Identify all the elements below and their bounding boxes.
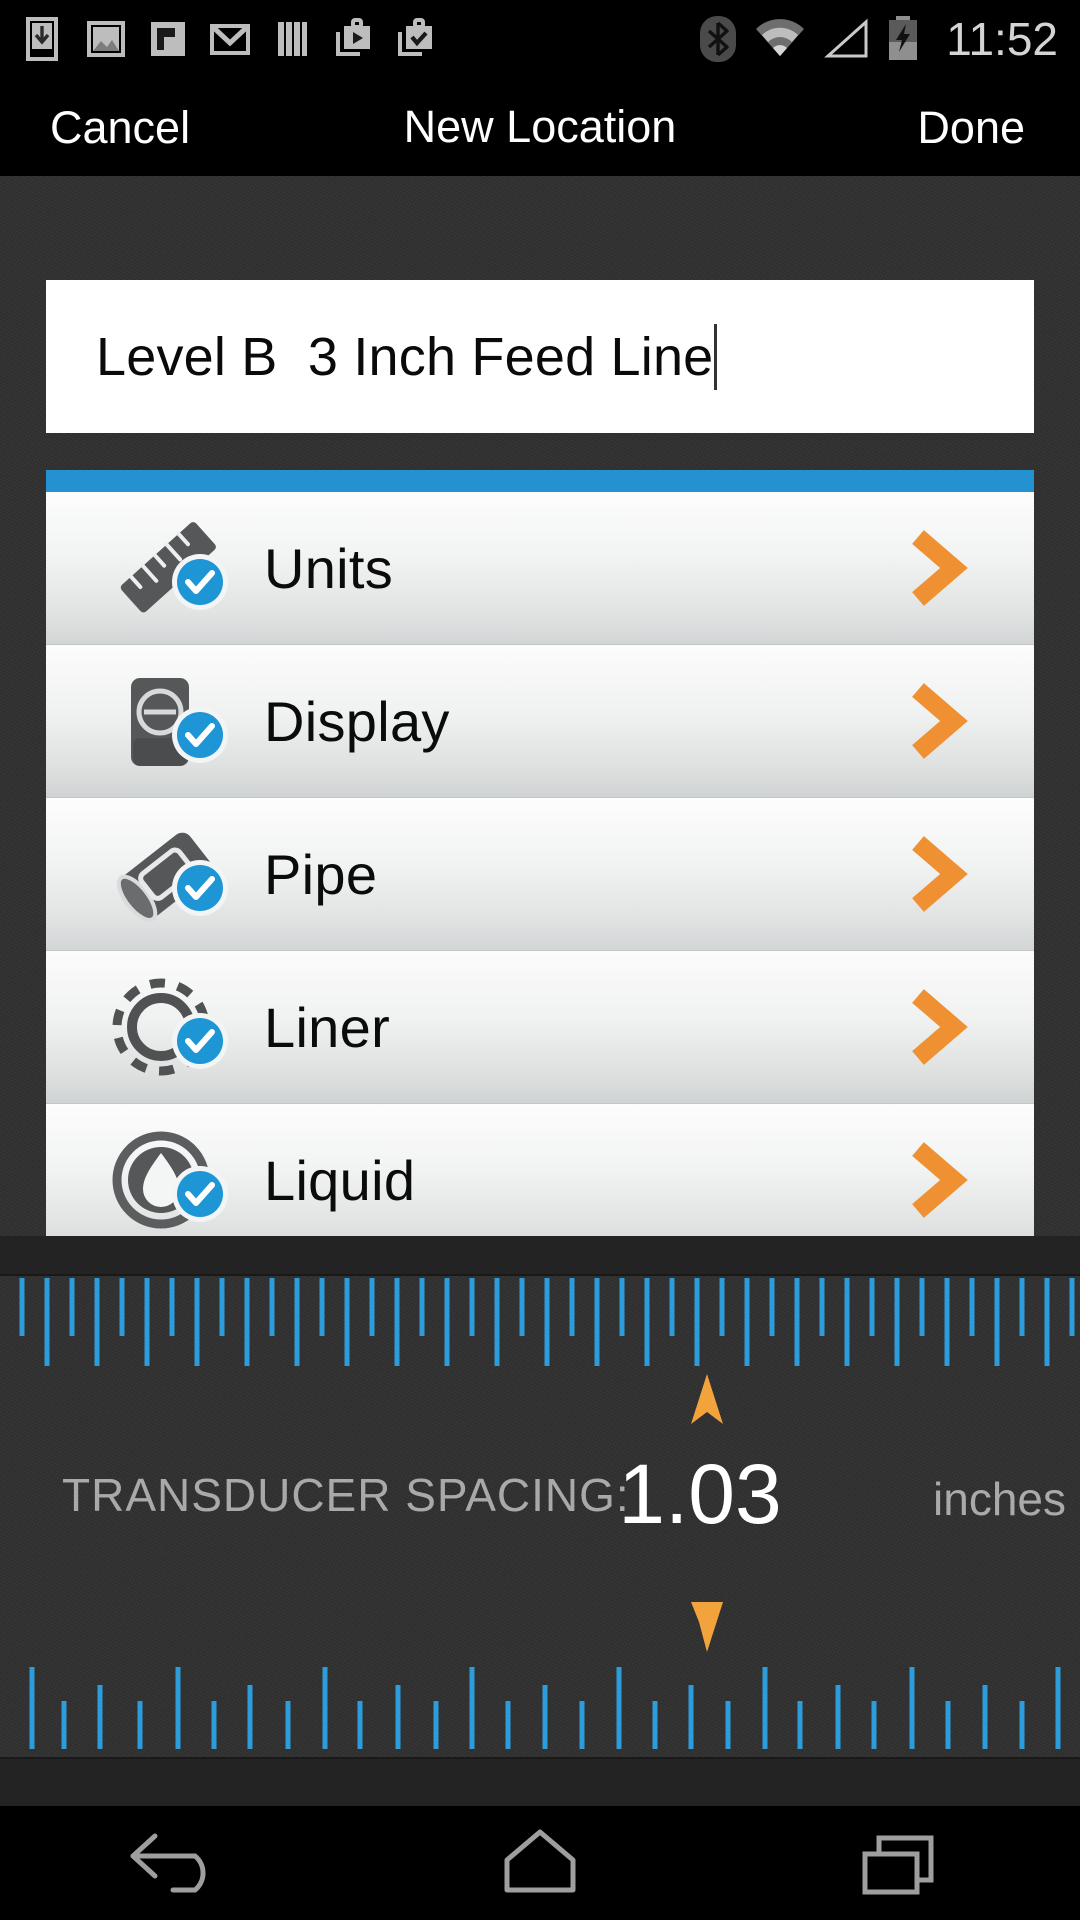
- ruler-bottom-marker-icon: [691, 1602, 723, 1652]
- transducer-spacing-label: TRANSDUCER SPACING:: [62, 1469, 630, 1521]
- flipboard-icon: [151, 22, 185, 56]
- gallery-image-icon: [87, 21, 125, 57]
- bluetooth-icon: [700, 16, 737, 62]
- list-item-liner[interactable]: Liner: [46, 951, 1034, 1104]
- ruler-top-ticks[interactable]: [0, 1276, 1080, 1376]
- books-library-icon: [278, 22, 307, 56]
- list-item-label: Display: [264, 689, 450, 753]
- list-item-label: Pipe: [264, 842, 378, 906]
- pipe-icon: [101, 819, 236, 929]
- back-button[interactable]: [120, 1823, 240, 1903]
- check-badge-icon: [171, 860, 228, 916]
- chevron-right-icon[interactable]: [904, 833, 974, 915]
- app-screen: 11:52 Cancel New Location Done Level B 3…: [0, 0, 1080, 1920]
- cell-signal-icon: [824, 18, 868, 58]
- text-cursor: [714, 323, 718, 390]
- recents-icon: [862, 1835, 934, 1895]
- list-item-pipe[interactable]: Pipe: [46, 798, 1034, 951]
- liner-ring-icon: [101, 972, 236, 1082]
- back-arrow-icon: [130, 1833, 206, 1893]
- status-bar-system-icons: 11:52: [698, 14, 1058, 64]
- gmail-icon: [210, 24, 250, 55]
- wifi-icon: [756, 19, 805, 56]
- status-bar-notification-icons: [22, 16, 698, 62]
- chevron-right-icon[interactable]: [904, 986, 974, 1068]
- status-bar: 11:52: [0, 0, 1080, 78]
- list-accent-bar: [46, 470, 1034, 492]
- home-icon: [504, 1829, 576, 1893]
- list-item-label: Units: [264, 536, 394, 600]
- android-navigation-bar: [0, 1806, 1080, 1920]
- chevron-right-icon[interactable]: [904, 527, 974, 609]
- location-name-input[interactable]: Level B 3 Inch Feed Line: [46, 280, 1034, 433]
- briefcase-check-icon: [398, 18, 432, 56]
- title-bar: Cancel New Location Done: [0, 78, 1080, 176]
- battery-charging-icon: [889, 16, 918, 60]
- status-bar-clock: 11:52: [946, 13, 1058, 65]
- ruler-top-marker-icon: [691, 1374, 723, 1424]
- list-item-units[interactable]: Units: [46, 492, 1034, 645]
- transducer-spacing-value: 1.03: [618, 1447, 782, 1541]
- transducer-spacing-readout: TRANSDUCER SPACING: 1.03 inches: [0, 1447, 1080, 1570]
- chevron-right-icon[interactable]: [904, 1139, 974, 1221]
- list-item-liquid[interactable]: Liquid: [46, 1104, 1034, 1257]
- done-button[interactable]: Done: [917, 105, 1025, 150]
- list-item-display[interactable]: Display: [46, 645, 1034, 798]
- ruler-icon: [101, 513, 236, 623]
- check-badge-icon: [171, 1013, 228, 1069]
- list-item-label: Liner: [264, 995, 391, 1059]
- ruler-top-band: [0, 1236, 1080, 1276]
- ruler-bottom-band: [0, 1757, 1080, 1806]
- download-icon: [26, 17, 58, 61]
- check-badge-icon: [171, 1166, 228, 1222]
- settings-list: Units Display Pipe Liner Liquid: [46, 492, 1034, 1257]
- home-button[interactable]: [480, 1823, 600, 1903]
- check-badge-icon: [171, 554, 228, 610]
- meter-device-icon: [101, 666, 236, 776]
- location-name-value: Level B 3 Inch Feed Line: [96, 326, 714, 387]
- check-badge-icon: [171, 707, 228, 763]
- list-item-label: Liquid: [264, 1148, 416, 1212]
- play-store-briefcase-icon: [336, 18, 370, 56]
- transducer-spacing-unit: inches: [933, 1473, 1066, 1525]
- chevron-right-icon[interactable]: [904, 680, 974, 762]
- ruler-bottom-ticks[interactable]: [0, 1655, 1080, 1755]
- recents-button[interactable]: [840, 1823, 960, 1903]
- liquid-droplet-icon: [101, 1125, 236, 1235]
